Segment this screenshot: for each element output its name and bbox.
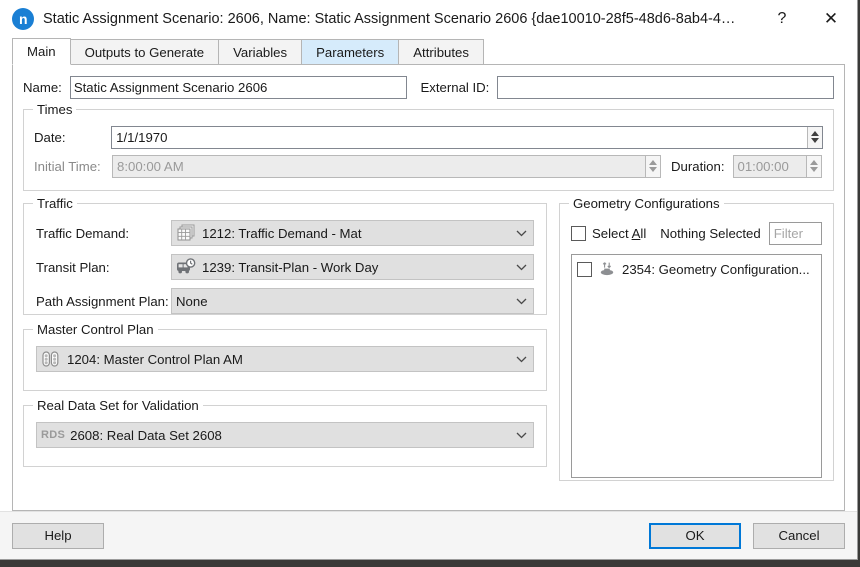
geometry-config-label: 2354: Geometry Configuration... [622,261,810,277]
traffic-group: Traffic Traffic Demand: 1212: Traffic De… [23,196,547,315]
geometry-config-checkbox[interactable] [577,261,592,277]
transit-plan-combo[interactable]: 1239: Transit-Plan - Work Day [171,254,534,280]
times-group: Times Date: 1/1/1970 Initial Time: 8:00:… [23,102,834,191]
right-column: Geometry Configurations Select All Nothi… [559,196,834,481]
dialog-footer: Help OK Cancel [0,511,857,559]
title-bar: n Static Assignment Scenario: 2606, Name… [0,0,857,38]
tab-main[interactable]: Main [12,38,71,65]
initial-time-spin-buttons [645,155,660,177]
name-input[interactable]: Static Assignment Scenario 2606 [69,75,408,99]
transit-plan-row: Transit Plan: 1239: Transit-Plan - Work … [36,254,534,280]
tab-parameters[interactable]: Parameters [301,39,400,65]
master-control-plan-value: 1204: Master Control Plan AM [67,351,243,367]
screen-root: n Static Assignment Scenario: 2606, Name… [0,0,860,567]
help-button[interactable]: Help [12,522,104,549]
initial-time-row: Initial Time: 8:00:00 AM Duration: 01:00… [34,154,823,178]
tab-attributes[interactable]: Attributes [398,39,484,65]
spin-down-icon [649,167,657,172]
geometry-toolbar: Select All Nothing Selected Filter [571,220,822,246]
geometry-config-icon [598,261,616,277]
lower-area: Traffic Traffic Demand: 1212: Traffic De… [23,196,834,481]
spin-up-icon[interactable] [811,131,819,136]
traffic-demand-row: Traffic Demand: 1212: Traffic Demand - M… [36,220,534,246]
initial-time-input: 8:00:00 AM [117,158,184,174]
real-data-set-combo[interactable]: RDS 2608: Real Data Set 2608 [36,422,534,448]
selection-status-text: Nothing Selected [660,225,761,241]
close-icon[interactable]: ✕ [805,0,857,38]
tab-outputs-to-generate[interactable]: Outputs to Generate [69,39,220,65]
select-all-label[interactable]: Select All [592,226,646,241]
geometry-configurations-group: Geometry Configurations Select All Nothi… [559,196,834,481]
master-control-plan-combo[interactable]: 1204: Master Control Plan AM [36,346,534,372]
real-data-set-group-title: Real Data Set for Validation [33,398,203,413]
duration-label: Duration: [671,158,725,174]
master-control-plan-group-title: Master Control Plan [33,322,158,337]
tab-strip: Main Outputs to Generate Variables Param… [12,38,845,65]
path-assignment-plan-value: None [176,293,208,309]
traffic-light-icon [41,350,61,368]
geometry-configurations-list[interactable]: 2354: Geometry Configuration... [571,254,822,478]
chevron-down-icon[interactable] [511,431,531,439]
duration-input: 01:00:00 [737,158,789,174]
help-titlebar-button[interactable]: ? [759,0,805,38]
transit-plan-label: Transit Plan: [36,259,110,275]
times-group-title: Times [33,102,77,117]
external-id-label: External ID: [420,79,490,95]
real-data-set-value: 2608: Real Data Set 2608 [70,427,222,443]
select-all-checkbox[interactable] [571,225,586,241]
chevron-down-icon[interactable] [511,263,531,271]
chevron-down-icon[interactable] [511,297,531,305]
matrix-stack-icon [176,224,196,242]
traffic-demand-label: Traffic Demand: [36,225,130,241]
date-input[interactable]: 1/1/1970 [112,127,807,148]
rds-icon: RDS [41,429,66,441]
window-title: Static Assignment Scenario: 2606, Name: … [43,11,736,27]
filter-input[interactable]: Filter [768,221,822,245]
name-label: Name: [23,79,62,95]
chevron-down-icon[interactable] [511,229,531,237]
bus-clock-icon [176,258,196,276]
spin-down-icon [809,167,818,172]
master-control-plan-group: Master Control Plan 1204: Master Control… [23,322,547,391]
path-assignment-plan-combo[interactable]: None [171,288,534,314]
transit-plan-value: 1239: Transit-Plan - Work Day [202,259,379,275]
left-column: Traffic Traffic Demand: 1212: Traffic De… [23,196,547,481]
real-data-set-group: Real Data Set for Validation RDS 2608: R… [23,398,547,467]
path-assignment-plan-label: Path Assignment Plan: [36,293,169,309]
external-id-input[interactable] [497,75,834,99]
date-label: Date: [34,129,66,145]
date-row: Date: 1/1/1970 [34,125,823,149]
path-assignment-plan-row: Path Assignment Plan: None [36,288,534,314]
duration-spin-buttons [805,155,821,177]
list-item[interactable]: 2354: Geometry Configuration... [575,259,818,279]
ok-button[interactable]: OK [649,522,741,549]
real-data-set-row: RDS 2608: Real Data Set 2608 [36,422,534,448]
initial-time-label: Initial Time: [34,158,101,174]
name-row: Name: Static Assignment Scenario 2606 Ex… [23,75,834,99]
traffic-demand-combo[interactable]: 1212: Traffic Demand - Mat [171,220,534,246]
cancel-button[interactable]: Cancel [753,522,845,549]
date-spin-buttons[interactable] [807,126,822,148]
duration-spinner: 01:00:00 [732,154,822,178]
spin-up-icon [649,160,657,165]
master-control-plan-row: 1204: Master Control Plan AM [36,346,534,372]
spin-up-icon [809,160,818,165]
dialog-window: n Static Assignment Scenario: 2606, Name… [0,0,858,560]
spin-down-icon[interactable] [811,138,819,143]
tab-variables[interactable]: Variables [218,39,303,65]
traffic-group-title: Traffic [33,196,77,211]
app-logo-icon: n [12,8,34,30]
chevron-down-icon[interactable] [511,355,531,363]
tab-panel-main: Name: Static Assignment Scenario 2606 Ex… [12,65,845,511]
date-spinner[interactable]: 1/1/1970 [111,125,823,149]
geometry-configurations-group-title: Geometry Configurations [569,196,724,211]
initial-time-spinner: 8:00:00 AM [112,154,661,178]
traffic-demand-value: 1212: Traffic Demand - Mat [202,225,362,241]
